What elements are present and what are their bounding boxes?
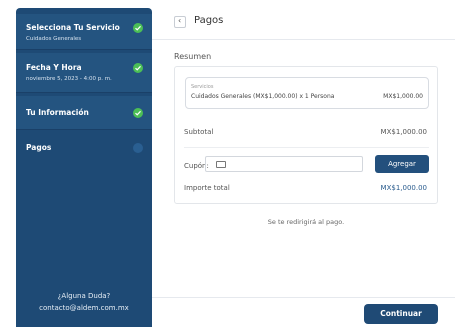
ticket-icon xyxy=(216,161,226,168)
step-subtitle: Cuidados Generales xyxy=(26,36,82,42)
step-title: Selecciona Tu Servicio xyxy=(26,23,120,32)
subtotal-value: MX$1,000.00 xyxy=(380,128,427,136)
service-name: Cuidados Generales (MX$1,000.00) x 1 Per… xyxy=(191,93,335,100)
coupon-input[interactable] xyxy=(205,156,363,172)
chevron-left-icon: ‹ xyxy=(178,16,182,25)
add-coupon-button[interactable]: Agregar xyxy=(375,155,429,173)
service-box: Servicios Cuidados Generales (MX$1,000.0… xyxy=(185,77,429,109)
divider xyxy=(184,147,429,148)
check-icon xyxy=(133,63,143,73)
redirect-note: Se te redirigirá al pago. xyxy=(267,218,345,226)
summary-card: Servicios Cuidados Generales (MX$1,000.0… xyxy=(174,66,438,204)
check-icon xyxy=(133,108,143,118)
service-label: Servicios xyxy=(191,84,214,90)
step-title: Tu Información xyxy=(26,108,89,117)
subtotal-label: Subtotal xyxy=(184,128,214,136)
step-title: Pagos xyxy=(26,143,52,152)
pending-dot-icon xyxy=(133,143,143,153)
step-subtitle: noviembre 5, 2023 - 4:00 p. m. xyxy=(26,76,112,82)
service-price: MX$1,000.00 xyxy=(383,93,423,100)
page-title: Pagos xyxy=(194,15,224,26)
step-payments[interactable]: Pagos xyxy=(16,132,152,166)
step-select-service[interactable]: Selecciona Tu Servicio Cuidados Generale… xyxy=(16,14,152,50)
help-title: ¿Alguna Duda? xyxy=(57,292,111,300)
step-date-time[interactable]: Fecha Y Hora noviembre 5, 2023 - 4:00 p.… xyxy=(16,53,152,93)
summary-heading: Resumen xyxy=(174,52,212,61)
check-icon xyxy=(133,23,143,33)
step-title: Fecha Y Hora xyxy=(26,63,82,72)
step-your-info[interactable]: Tu Información xyxy=(16,96,152,130)
booking-page: Selecciona Tu Servicio Cuidados Generale… xyxy=(0,0,455,327)
page-header: ‹ Pagos xyxy=(152,0,455,40)
total-label: Importe total xyxy=(184,184,230,192)
help-email-link[interactable]: contacto@aldem.com.mx xyxy=(16,304,152,312)
back-button[interactable]: ‹ xyxy=(174,16,186,28)
continue-button[interactable]: Continuar xyxy=(364,304,438,324)
total-value: MX$1,000.00 xyxy=(380,184,427,192)
steps-sidebar: Selecciona Tu Servicio Cuidados Generale… xyxy=(16,8,152,327)
